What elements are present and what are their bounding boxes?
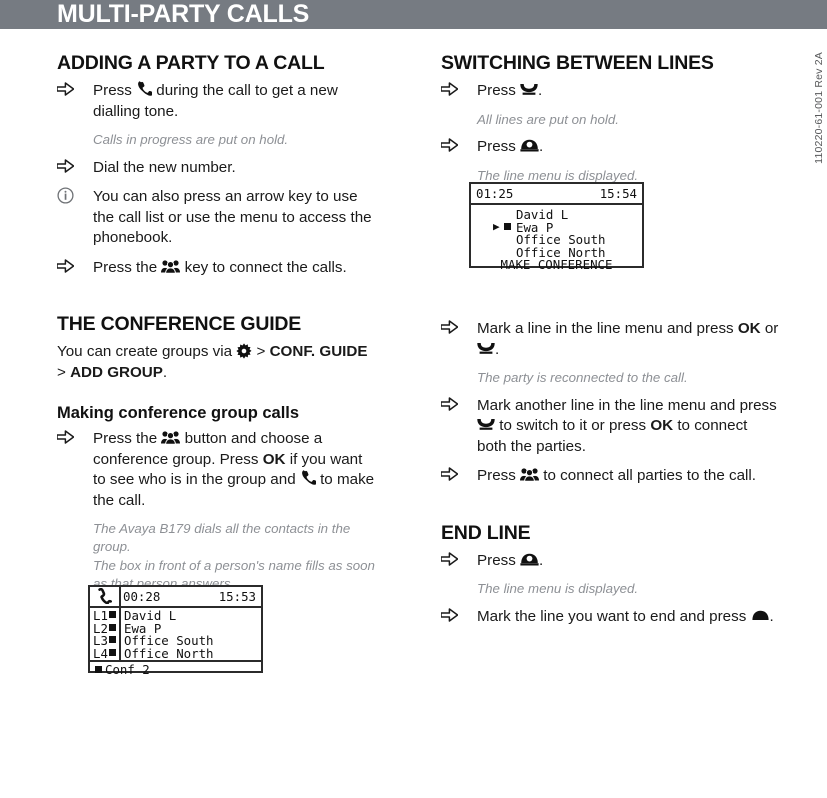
note-dials-all-contacts: The Avaya B179 dials all the contacts in… — [93, 521, 351, 554]
paragraph-create-groups: You can create groups via > CONF. GUIDE … — [57, 343, 368, 381]
display-menu-row: David L — [471, 207, 642, 222]
line-status-box — [109, 611, 116, 618]
display-status-bar: 01:25 15:54 — [471, 184, 642, 205]
end-call-icon — [751, 610, 770, 621]
step-mark-line-press-ok: Mark a line in the line menu and press O… — [441, 319, 781, 360]
display-conference-label: Conf 2 — [95, 662, 150, 677]
line-status-box — [109, 623, 116, 631]
display-status-bar: 00:28 15:53 — [90, 587, 261, 608]
right-column: SWITCHING BETWEEN LINES Press . All line… — [441, 52, 781, 636]
selection-caret-icon: ▶ — [493, 219, 500, 233]
step-text: Mark another line in the line menu and p… — [477, 396, 777, 455]
info-icon — [57, 187, 83, 208]
display-call-timer: 01:25 — [476, 186, 514, 201]
step-press-hold-key: Press . — [441, 81, 781, 102]
section-heading-switching-lines: SWITCHING BETWEEN LINES — [441, 52, 714, 74]
phone-handset-icon — [94, 587, 116, 605]
step-text: Press to connect all parties to the call… — [477, 467, 757, 484]
step-mark-another-line: Mark another line in the line menu and p… — [441, 396, 781, 458]
note-all-lines-hold: All lines are put on hold. — [477, 111, 619, 127]
conference-group-icon — [161, 259, 181, 273]
step-dial-number: Dial the new number. — [57, 158, 377, 179]
display-clock: 15:54 — [599, 186, 637, 201]
conference-group-icon — [520, 467, 540, 481]
desk-phone-line-icon — [520, 138, 539, 152]
line-hold-key-icon — [477, 417, 495, 431]
note-party-reconnected: The party is reconnected to the call. — [477, 370, 688, 385]
phone-display-conference: 00:28 15:53 L1 David L L2 Ewa P L3 Offic… — [88, 585, 263, 677]
phone-handset-icon — [300, 470, 316, 486]
step-press-line-key: Press . — [441, 137, 781, 158]
arrow-icon — [441, 396, 467, 417]
line-name: Office North — [124, 645, 214, 661]
line-status-box — [504, 222, 511, 230]
step-text: Mark the line you want to end and press … — [477, 607, 774, 625]
note-calls-on-hold: Calls in progress are put on hold. — [93, 132, 289, 147]
make-conference-label: MAKE CONFERENCE — [500, 257, 613, 272]
step-text: Mark a line in the line menu and press O… — [477, 320, 779, 358]
line-label: L4 — [93, 645, 108, 661]
step-text: Press . — [477, 82, 543, 99]
arrow-icon — [441, 319, 467, 340]
display-line-row: L2 Ewa P — [90, 621, 261, 636]
page-header-bar: MULTI-PARTY CALLS — [0, 0, 827, 29]
arrow-icon — [57, 258, 83, 279]
section-heading-adding-party: ADDING A PARTY TO A CALL — [57, 52, 325, 74]
step-connect-all-parties: Press to connect all parties to the call… — [441, 466, 781, 487]
step-press-call-key: Press during the call to get a new diall… — [57, 81, 377, 122]
section-heading-end-line: END LINE — [441, 521, 531, 544]
conference-group-icon — [161, 430, 181, 444]
display-menu-row: Office South — [471, 232, 642, 247]
subsection-heading-group-calls: Making conference group calls — [57, 404, 300, 422]
step-mark-line-to-end: Mark the line you want to end and press … — [441, 607, 781, 628]
phone-handset-icon — [136, 81, 153, 97]
desk-phone-line-icon — [520, 552, 539, 566]
gear-icon — [236, 343, 252, 359]
display-line-row: L1 David L — [90, 608, 261, 623]
line-status-box — [109, 648, 116, 656]
step-text: Press . — [477, 551, 544, 569]
step-text: Press the key to connect the calls. — [93, 258, 347, 276]
left-column: ADDING A PARTY TO A CALL Press during th… — [57, 52, 377, 677]
page-title: MULTI-PARTY CALLS — [57, 0, 310, 28]
display-line-row: L4 Office North — [90, 645, 261, 661]
step-text: Dial the new number. — [93, 158, 236, 176]
note-end-line-menu-displayed: The line menu is displayed. — [477, 581, 639, 596]
step-press-conference-key: Press the key to connect the calls. — [57, 258, 377, 279]
step-text: Press during the call to get a new diall… — [93, 81, 338, 120]
arrow-icon — [441, 81, 467, 102]
step-text: Press the button and choose a conference… — [93, 430, 375, 509]
display-clock: 15:53 — [218, 589, 256, 604]
document-revision-code: 110220-61-001 Rev 2A — [813, 52, 825, 164]
arrow-icon — [57, 429, 83, 450]
display-call-timer: 00:28 — [123, 589, 161, 604]
step-text: You can also press an arrow key to use t… — [93, 188, 372, 246]
display-menu-row-selected: ▶ Ewa P — [471, 219, 642, 235]
arrow-icon — [441, 607, 467, 628]
section-heading-conference-guide: THE CONFERENCE GUIDE — [57, 313, 302, 335]
arrow-icon — [441, 466, 467, 487]
step-info-arrow-key: You can also press an arrow key to use t… — [57, 187, 377, 249]
arrow-icon — [57, 81, 83, 102]
step-press-group-button: Press the button and choose a conference… — [57, 429, 377, 511]
step-text: Press . — [477, 138, 544, 155]
arrow-icon — [441, 551, 467, 572]
display-line-row: L3 Office South — [90, 633, 261, 648]
step-end-press-line-key: Press . — [441, 551, 781, 572]
line-hold-key-icon — [477, 341, 495, 355]
display-menu-action: MAKE CONFERENCE — [471, 257, 642, 272]
arrow-icon — [441, 137, 467, 158]
arrow-icon — [57, 158, 83, 179]
line-hold-key-icon — [520, 82, 538, 96]
phone-display-line-menu: 01:25 15:54 David L ▶ Ewa P Office South… — [469, 182, 644, 272]
display-menu-row: Office North — [471, 245, 642, 260]
line-status-box — [109, 636, 116, 643]
